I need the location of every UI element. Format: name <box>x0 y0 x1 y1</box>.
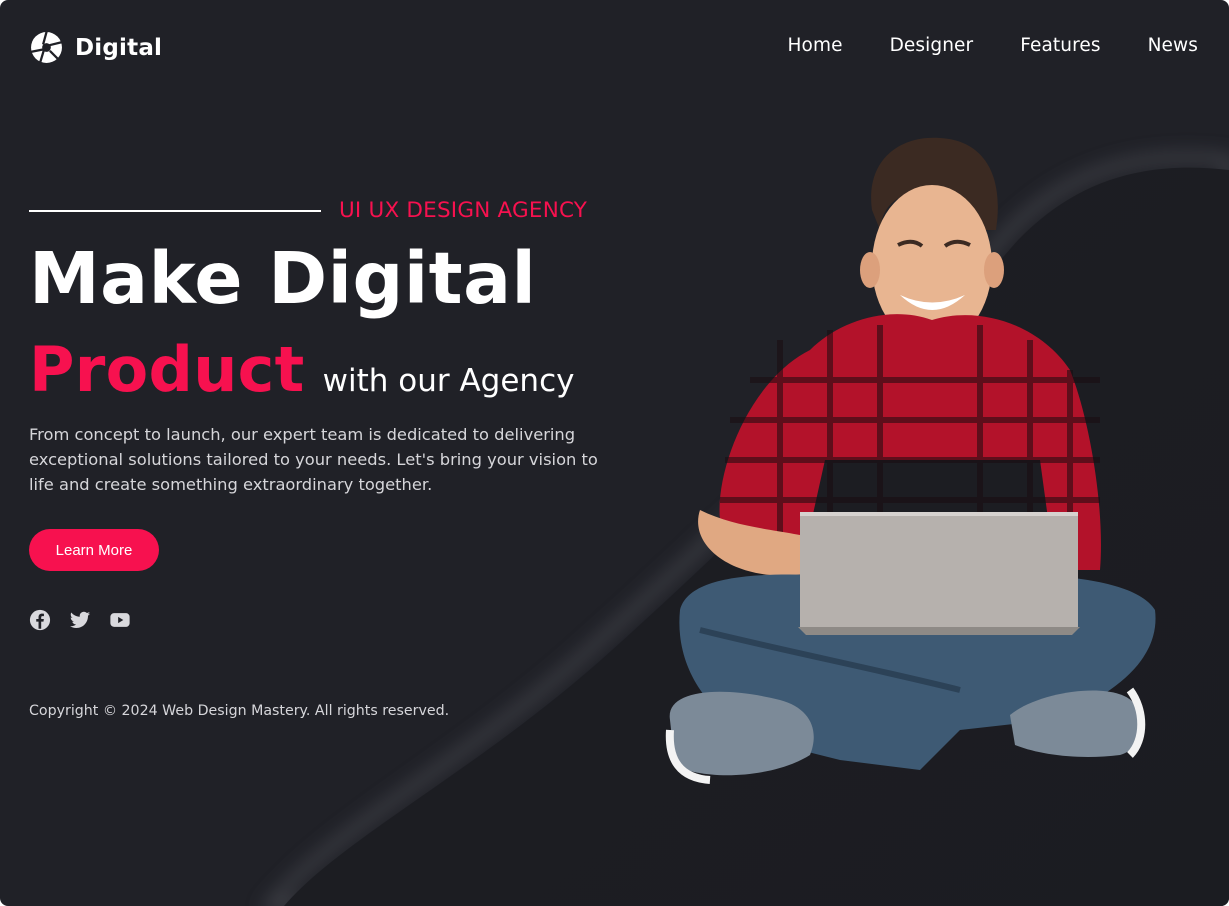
nav-item-news[interactable]: News <box>1148 35 1198 56</box>
eyebrow-text: UI UX DESIGN AGENCY <box>339 198 588 223</box>
hero-person-image <box>665 137 1156 784</box>
hero-subheadline: with our Agency <box>322 363 575 399</box>
hero-eyebrow: UI UX DESIGN AGENCY <box>29 198 587 223</box>
landing-page: Digital Home Designer Features News UI U… <box>0 0 1229 906</box>
hero-description: From concept to launch, our expert team … <box>29 425 598 494</box>
facebook-icon <box>29 609 51 631</box>
learn-more-button[interactable]: Learn More <box>29 529 159 571</box>
brand-name: Digital <box>75 34 163 61</box>
facebook-link[interactable] <box>29 609 51 631</box>
twitter-icon <box>69 611 91 628</box>
hero-highlight-word: Product <box>29 333 305 406</box>
twitter-link[interactable] <box>69 609 91 631</box>
aperture-logo-icon <box>30 31 63 64</box>
nav-item-designer[interactable]: Designer <box>890 35 974 56</box>
copyright-text: Copyright © 2024 Web Design Mastery. All… <box>29 703 450 719</box>
nav-item-home[interactable]: Home <box>788 35 843 56</box>
eyebrow-divider-line <box>29 209 321 212</box>
youtube-link[interactable] <box>109 609 131 631</box>
hero-headline: Make Digital <box>29 237 537 320</box>
nav-item-features[interactable]: Features <box>1020 35 1100 56</box>
social-links <box>29 609 131 631</box>
hero-headline-secondary: Product with our Agency <box>29 333 574 406</box>
youtube-icon <box>110 613 130 627</box>
brand-logo-link[interactable]: Digital <box>30 31 162 64</box>
main-nav: Home Designer Features News <box>788 35 1198 56</box>
site-header: Digital Home Designer Features News <box>0 0 1229 96</box>
